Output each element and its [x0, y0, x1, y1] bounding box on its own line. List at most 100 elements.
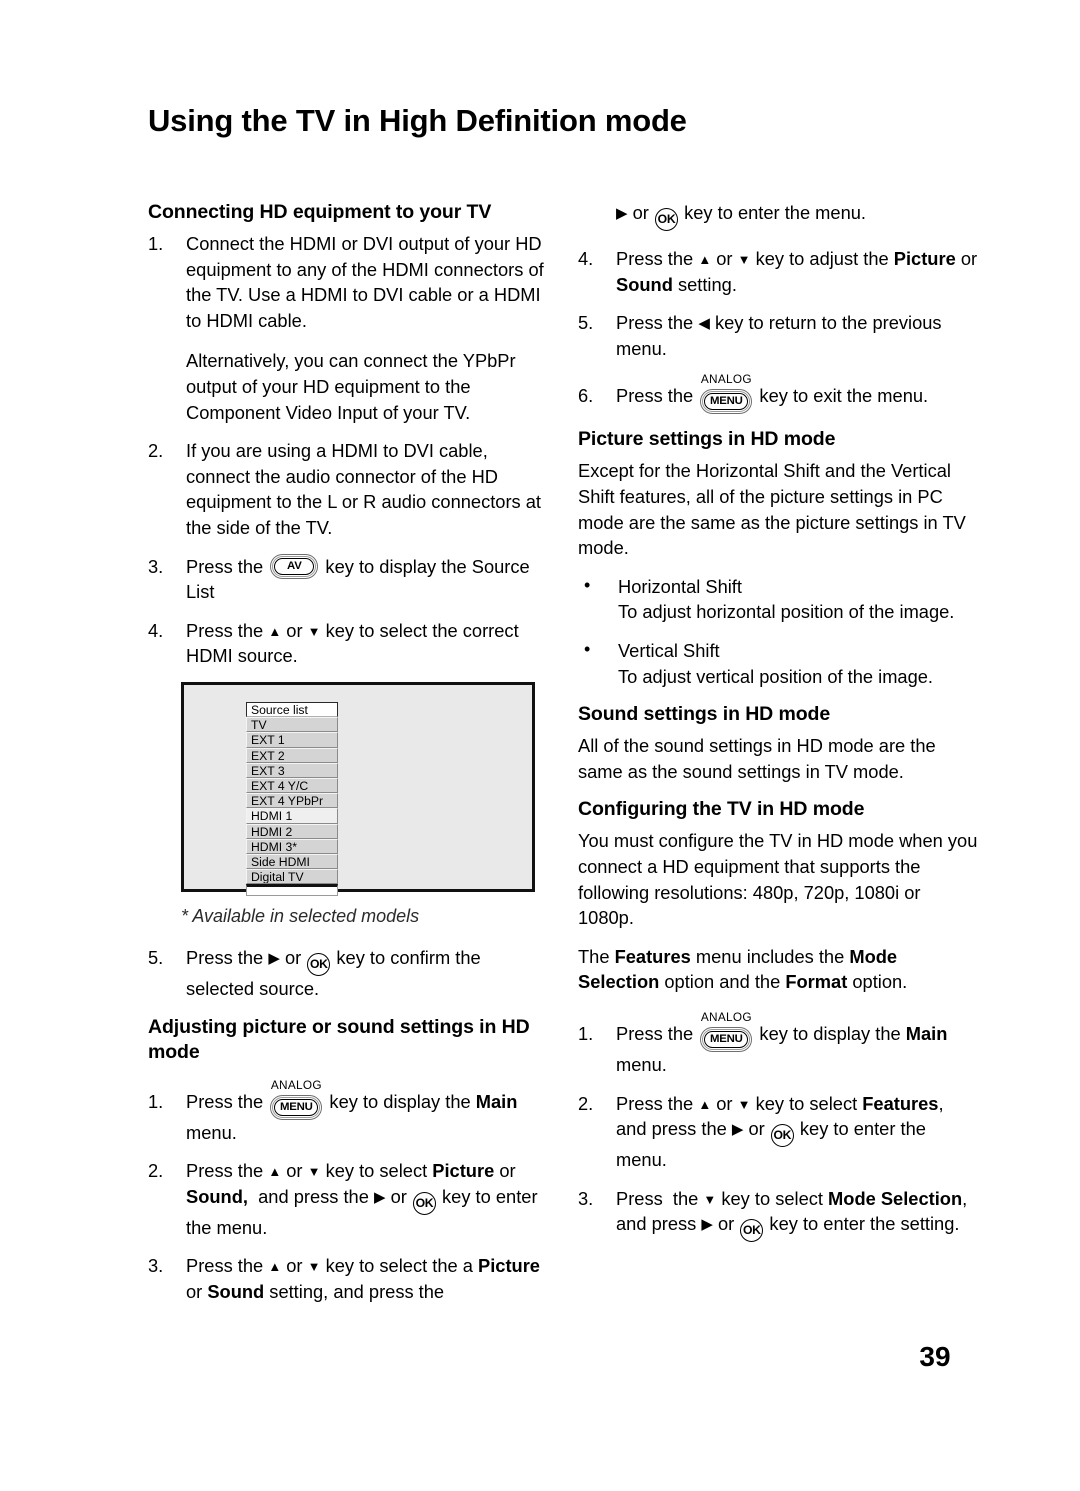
step-number: 2.	[148, 1160, 164, 1182]
list-item[interactable]: HDMI 3*	[246, 838, 338, 854]
list-item[interactable]: HDMI 2	[246, 823, 338, 839]
step-text-before: Press the	[186, 1090, 264, 1112]
arrow-up-icon	[268, 624, 281, 639]
ok-key-icon: OK	[770, 1124, 794, 1148]
arrow-left-icon	[698, 316, 710, 331]
list-item: 2. Press the or key to select Picture or…	[148, 1158, 548, 1240]
analog-label: ANALOG	[700, 372, 752, 387]
list-item[interactable]: Digital TV	[246, 869, 338, 885]
step-number: 4.	[148, 619, 164, 641]
arrow-down-icon	[738, 1097, 751, 1112]
step-text-end: menu.	[616, 1054, 667, 1076]
list-item[interactable]: EXT 2	[246, 747, 338, 763]
step-number: 4.	[578, 248, 594, 269]
list-item: 5. Press the key to return to the previo…	[578, 310, 978, 361]
arrow-up-icon	[698, 252, 711, 267]
list-item[interactable]: EXT 3	[246, 762, 338, 779]
heading-picture-settings: Picture settings in HD mode	[578, 428, 836, 451]
list-item: 4. Press the or key to select the correc…	[148, 618, 548, 669]
step-text-before: Press the	[616, 385, 694, 407]
list-item-selected[interactable]: HDMI 1	[246, 808, 338, 824]
ok-key-icon: OK	[655, 208, 678, 231]
step-number: 2.	[578, 1092, 594, 1114]
step-number: 3.	[148, 1255, 164, 1277]
configuring-intro: You must configure the TV in HD mode whe…	[578, 830, 978, 929]
step-number: 6.	[578, 385, 594, 407]
list-item[interactable]: TV	[246, 717, 338, 733]
list-item[interactable]: EXT 1	[246, 732, 338, 748]
step-text: Press the or key to select the a Picture…	[186, 1255, 540, 1302]
step-text-before: Press the	[186, 555, 264, 577]
step-subtext: Alternatively, you can connect the YPbPr…	[186, 350, 516, 423]
heading-adjusting-picture-sound: Adjusting picture or sound settings in H…	[148, 1015, 530, 1063]
list-item: 5. Press the or OK key to confirm the se…	[148, 945, 548, 1002]
step-text: Press the or key to select Picture or So…	[186, 1160, 538, 1238]
av-key-icon: AV	[270, 553, 319, 579]
ok-key-icon: OK	[412, 1191, 436, 1215]
list-item: 1. Press the ANALOG MENU key to display t…	[578, 1010, 978, 1078]
list-item: 3. Press the AV key to display the Sourc…	[148, 553, 548, 605]
arrow-up-icon	[698, 1097, 711, 1112]
step-text-after: key to display the	[329, 1090, 471, 1112]
arrow-up-icon	[268, 1259, 281, 1274]
bullet-icon: •	[584, 639, 591, 660]
av-key-label: AV	[274, 557, 315, 575]
step-text: Press the key to select Mode Selection, …	[616, 1188, 967, 1243]
bullet-title: Horizontal Shift	[618, 575, 742, 597]
step-text: If you are using a HDMI to DVI cable, co…	[186, 440, 542, 539]
list-item[interactable]: Side HDMI	[246, 853, 338, 870]
step-number: 1.	[578, 1023, 594, 1045]
sound-settings-intro: All of the sound settings in HD mode are…	[578, 735, 936, 782]
figure-caption: * Available in selected models	[181, 906, 420, 927]
ok-key-icon: OK	[740, 1219, 764, 1243]
menu-key-label: MENU	[274, 1098, 319, 1116]
features-note: The Features menu includes the Mode Sele…	[578, 945, 908, 993]
page-number: 39	[919, 1341, 951, 1372]
step-text-end: menu.	[186, 1121, 237, 1143]
step-number: 3.	[148, 555, 164, 577]
list-item[interactable]: EXT 4 Y/C	[246, 778, 338, 794]
right-column: or OK key to enter the menu. 4. Press th…	[578, 200, 978, 1255]
list-item: 2. If you are using a HDMI to DVI cable,…	[148, 438, 548, 540]
step-text-before: Press the	[186, 619, 264, 641]
arrow-down-icon	[308, 1259, 321, 1274]
step-number: 5.	[578, 312, 594, 334]
step-text-after: key to display the	[759, 1023, 901, 1045]
continued-before: or	[632, 202, 649, 223]
arrow-right-icon	[268, 951, 280, 966]
step-bold-main: Main	[905, 1023, 948, 1045]
analog-label: ANALOG	[700, 1010, 752, 1025]
arrow-down-icon	[308, 624, 321, 639]
step-text: Press the key to return to the previous …	[616, 312, 942, 359]
arrow-right-icon	[374, 1190, 386, 1205]
bullet-title: Vertical Shift	[618, 640, 720, 662]
list-item: 2. Press the or key to select Features, …	[578, 1091, 978, 1173]
step-text-before: Press the	[186, 947, 264, 969]
step-number: 1.	[148, 1090, 164, 1112]
arrow-down-icon	[738, 252, 751, 267]
list-item: • Horizontal Shift To adjust horizontal …	[578, 574, 978, 625]
arrow-up-icon	[268, 1164, 281, 1179]
list-item: 1. Press the ANALOG MENU key to display t…	[148, 1078, 548, 1146]
list-item[interactable]: EXT 4 YPbPr	[246, 793, 338, 809]
manual-page: Using the TV in High Definition mode Con…	[0, 0, 1080, 1491]
source-list-figure: Source list TV EXT 1 EXT 2 EXT 3 EXT 4 Y…	[181, 682, 535, 897]
list-item: • Vertical Shift To adjust vertical posi…	[578, 638, 978, 689]
bullet-description: To adjust vertical position of the image…	[618, 665, 934, 687]
left-column: Connecting HD equipment to your TV 1. Co…	[148, 200, 548, 1318]
continued-text: or OK key to enter the menu.	[578, 200, 978, 231]
menu-key-label: MENU	[704, 1031, 749, 1049]
source-list-menu[interactable]: Source list TV EXT 1 EXT 2 EXT 3 EXT 4 Y…	[246, 702, 338, 897]
heading-configuring-tv: Configuring the TV in HD mode	[578, 798, 865, 821]
step-number: 5.	[148, 947, 164, 969]
menu-key-label: MENU	[704, 393, 749, 411]
continued-after: key to enter the menu.	[684, 202, 866, 223]
list-item: 3. Press the or key to select the a Pict…	[148, 1253, 548, 1304]
step-bold-main: Main	[475, 1090, 518, 1112]
arrow-right-icon	[732, 1122, 744, 1137]
step-text: Press the or key to select Features, and…	[616, 1093, 944, 1171]
list-item: 1. Connect the HDMI or DVI output of you…	[148, 231, 548, 425]
menu-key-icon: ANALOG MENU	[270, 1078, 323, 1120]
step-number: 2.	[148, 440, 164, 462]
analog-label: ANALOG	[270, 1077, 322, 1092]
